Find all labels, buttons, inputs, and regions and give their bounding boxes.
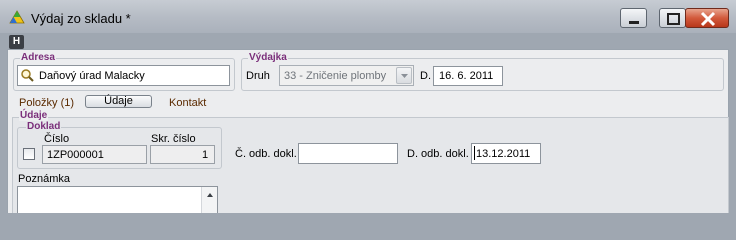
search-icon[interactable] [20, 68, 34, 85]
udaje-legend: Údaje [19, 110, 49, 121]
cislo-value: 1ZP000001 [47, 149, 104, 161]
skr-cislo-label: Skr. číslo [151, 133, 196, 145]
h-badge[interactable]: H [9, 35, 24, 49]
c-odb-dokl-label: Č. odb. dokl. [235, 148, 297, 160]
adresa-value: Daňový úrad Malacky [39, 70, 145, 82]
maximize-icon [667, 13, 680, 25]
text-cursor [474, 146, 475, 160]
cislo-label: Číslo [44, 133, 70, 145]
d-label: D. [420, 70, 431, 82]
doklad-legend: Doklad [26, 121, 62, 132]
druh-label: Druh [246, 70, 270, 82]
poznamka-field[interactable] [17, 186, 218, 213]
poznamka-label: Poznámka [18, 173, 70, 185]
druh-dropdown-button[interactable] [396, 67, 412, 84]
adresa-legend: Adresa [20, 52, 56, 63]
close-button[interactable] [685, 8, 729, 28]
d-value: 16. 6. 2011 [439, 70, 494, 82]
window-title: Výdaj zo skladu * [31, 11, 131, 26]
d-odb-dokl-label: D. odb. dokl. [407, 148, 469, 160]
minimize-icon [629, 21, 639, 24]
maximize-button[interactable] [659, 8, 686, 28]
vydajka-legend: Výdajka [248, 52, 288, 63]
doklad-checkbox[interactable] [23, 148, 35, 160]
scroll-up-icon[interactable] [202, 187, 218, 201]
tab-udaje[interactable]: Údaje [85, 95, 152, 108]
tab-kontakt[interactable]: Kontakt [169, 97, 206, 109]
c-odb-dokl-field[interactable] [298, 143, 398, 164]
tab-udaje-label: Údaje [104, 95, 133, 107]
druh-value: 33 - Zničenie plomby [284, 70, 387, 82]
poznamka-scrollbar[interactable] [201, 187, 217, 213]
chevron-down-icon [401, 74, 408, 78]
tab-polozky[interactable]: Položky (1) [19, 97, 74, 109]
app-icon [9, 10, 25, 24]
minimize-button[interactable] [620, 8, 647, 28]
close-icon [700, 11, 716, 27]
skr-cislo-value: 1 [202, 149, 209, 161]
d-odb-dokl-value: 13.12.2011 [476, 148, 531, 160]
